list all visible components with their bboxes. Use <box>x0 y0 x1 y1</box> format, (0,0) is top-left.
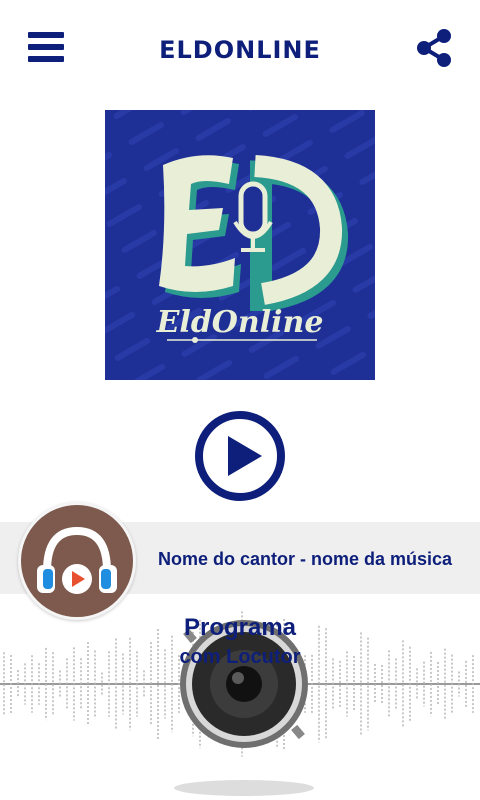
play-icon[interactable] <box>194 410 286 502</box>
now-playing-title: Nome do cantor - nome da música <box>158 549 453 569</box>
station-logo: EldOnline <box>105 110 375 380</box>
share-icon[interactable] <box>414 28 454 68</box>
presenter-name: com Locutor <box>179 646 301 668</box>
logo-text: EldOnline <box>156 305 324 340</box>
top-app-bar: ELDONLINE <box>0 0 480 96</box>
app-title: ELDONLINE <box>159 36 321 64</box>
program-name: Programa <box>183 614 297 641</box>
station-cover-art: EldOnline <box>105 110 375 380</box>
